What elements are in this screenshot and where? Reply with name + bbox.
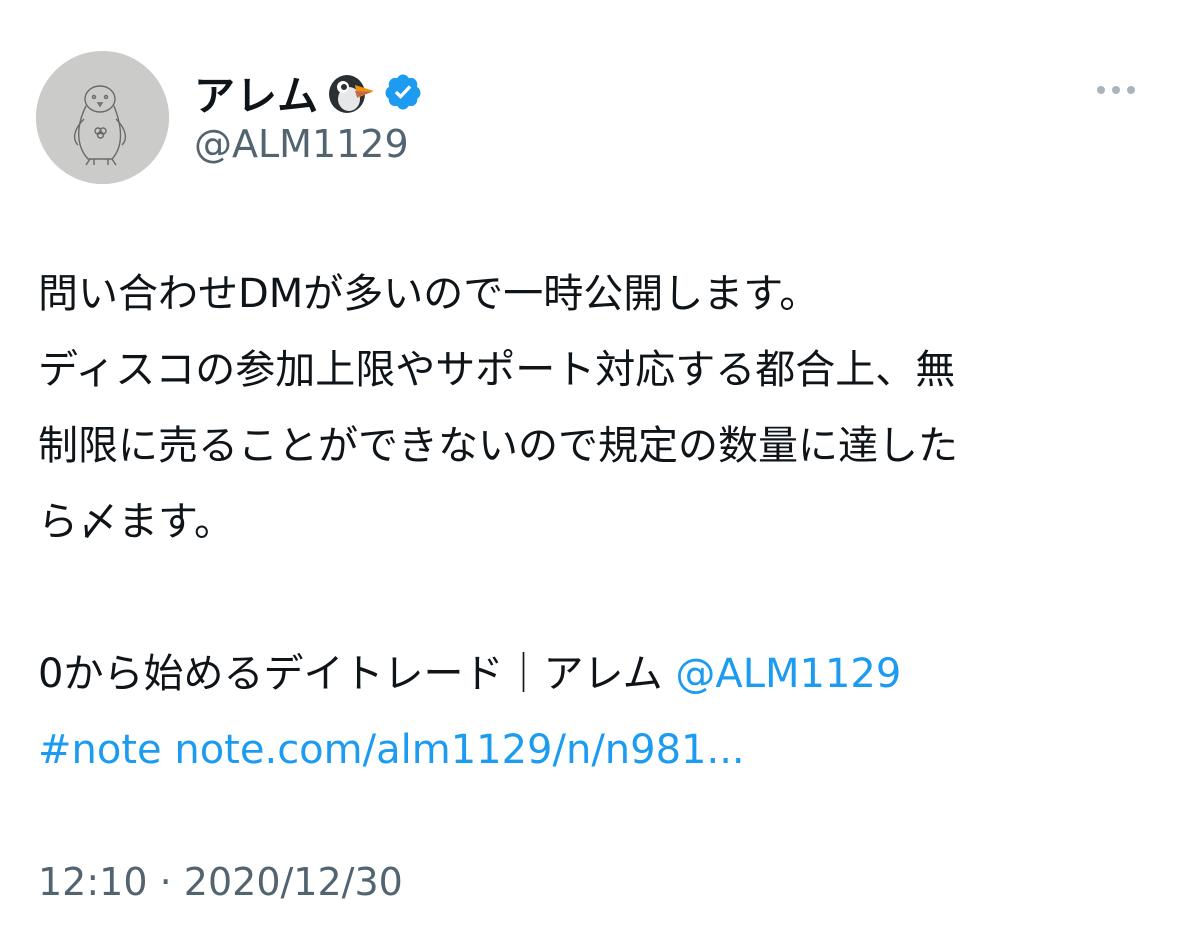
tweet-time: 12:10 xyxy=(38,860,148,904)
user-handle[interactable]: @ALM1129 xyxy=(194,122,409,166)
tweet-text-line: ら〆ます。 xyxy=(38,499,234,545)
note-title-line: 0から始めるデイトレード｜アレム @ALM1129 xyxy=(38,636,1148,712)
note-title: 0から始めるデイトレード｜アレム xyxy=(38,651,663,697)
mention-link[interactable]: @ALM1129 xyxy=(675,651,901,697)
tweet-text-line: 制限に売ることができないので規定の数量に達した xyxy=(38,423,958,469)
display-name[interactable]: アレム xyxy=(194,62,319,122)
penguin-drawing-icon xyxy=(36,51,169,184)
separator-dot: · xyxy=(159,860,172,904)
tweet-text-line: 問い合わせDMが多いので一時公開します。 xyxy=(38,271,820,317)
name-row: アレム xyxy=(194,62,423,122)
verified-badge-icon xyxy=(383,72,423,112)
tweet-card: アレム @ALM1129 問い合わせDMが多いので一時公開します。 ディスコの参… xyxy=(0,0,1179,942)
more-options-button[interactable] xyxy=(1088,74,1144,106)
url-link[interactable]: note.com/alm1129/n/n981... xyxy=(174,727,744,773)
avatar[interactable] xyxy=(36,51,169,184)
hashtag-link[interactable]: #note xyxy=(38,727,162,773)
penguin-emoji-icon xyxy=(325,67,375,117)
link-line: #note note.com/alm1129/n/n981... xyxy=(38,712,1148,788)
timestamp[interactable]: 12:10 · 2020/12/30 xyxy=(38,860,403,904)
tweet-text-line: ディスコの参加上限やサポート対応する都合上、無 xyxy=(38,347,956,393)
more-dots-icon xyxy=(1097,86,1135,94)
tweet-date: 2020/12/30 xyxy=(183,860,403,904)
tweet-body: 問い合わせDMが多いので一時公開します。 ディスコの参加上限やサポート対応する都… xyxy=(38,256,1148,788)
